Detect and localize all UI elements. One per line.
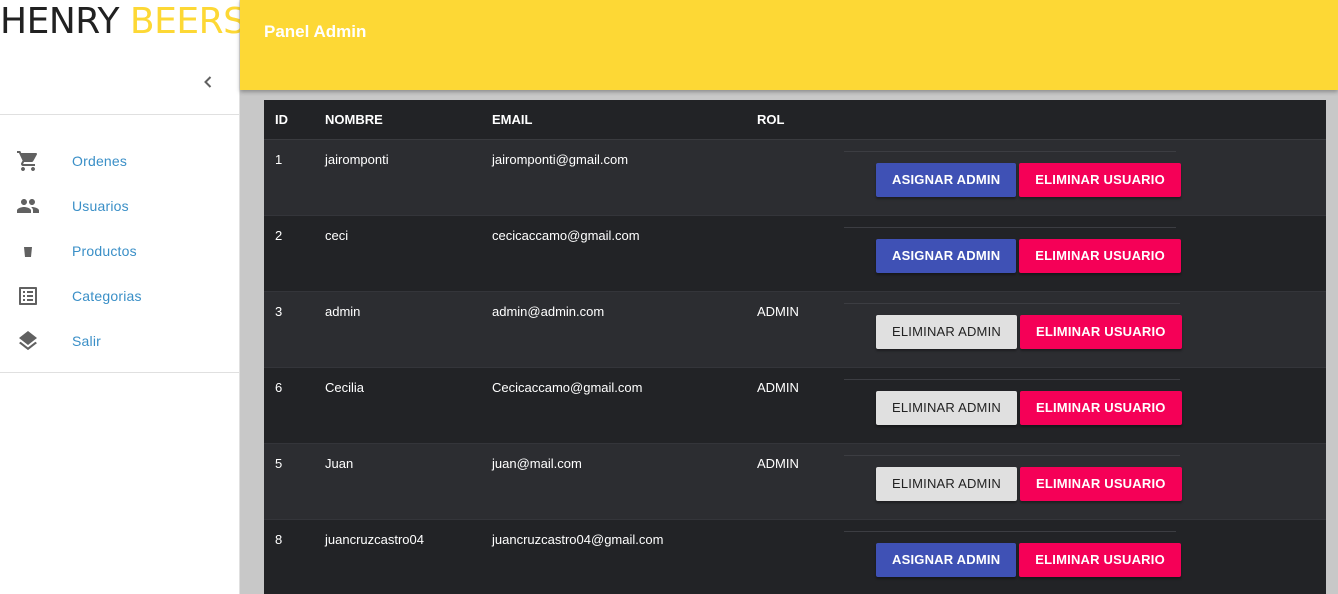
- cell-email: cecicaccamo@gmail.com: [492, 228, 640, 243]
- glass-icon: [0, 239, 72, 263]
- assign-admin-button[interactable]: ASIGNAR ADMIN: [876, 238, 1017, 273]
- table-body: 1 jairomponti jairomponti@gmail.com ASIGNAR…: [264, 140, 1326, 594]
- sidebar-item-label: Salir: [72, 332, 102, 349]
- page-title: Panel Admin: [264, 22, 367, 41]
- table-row: 3 admin admin@admin.com ADMIN ELIMINAR ADMIN…: [264, 292, 1326, 368]
- column-header-id: ID: [275, 112, 288, 127]
- cart-icon: [0, 149, 72, 173]
- cell-id: 5: [275, 456, 283, 471]
- cell-email: jairomponti@gmail.com: [492, 152, 629, 167]
- chevron-left-icon: [204, 76, 212, 88]
- column-header-email: EMAIL: [492, 112, 533, 127]
- cell-rol: ADMIN: [757, 304, 799, 319]
- brand-name-part1: HENRY: [0, 1, 119, 42]
- cell-email: juan@mail.com: [492, 456, 582, 471]
- cell-id: 8: [275, 532, 283, 547]
- row-actions: ELIMINAR ADMIN ELIMINAR USUARIO: [844, 455, 1182, 511]
- sidebar-item-label: Usuarios: [72, 197, 129, 214]
- sidebar-item-categorias[interactable]: Categorias: [0, 273, 240, 318]
- list-icon: [0, 284, 72, 308]
- collapse-sidebar-button[interactable]: [196, 70, 220, 94]
- remove-admin-button[interactable]: ELIMINAR ADMIN: [876, 390, 1017, 425]
- row-actions: ASIGNAR ADMIN ELIMINAR USUARIO: [844, 151, 1181, 207]
- table-row: 2 ceci cecicaccamo@gmail.com ASIGNAR ADMIN E…: [264, 216, 1326, 292]
- assign-admin-button[interactable]: ASIGNAR ADMIN: [876, 162, 1017, 197]
- assign-admin-button[interactable]: ASIGNAR ADMIN: [876, 542, 1017, 577]
- sidebar-item-label: Productos: [72, 242, 137, 259]
- cell-name: Cecilia: [325, 380, 365, 395]
- cell-email: juancruzcastro04@gmail.com: [492, 532, 664, 547]
- table-row: 1 jairomponti jairomponti@gmail.com ASIGNAR…: [264, 140, 1326, 216]
- cell-id: 2: [275, 228, 283, 243]
- sidebar-item-productos[interactable]: Productos: [0, 228, 240, 273]
- cell-name: Juan: [325, 456, 354, 471]
- sidebar-nav: Ordenes Usuarios Productos Categorias Sa…: [0, 138, 240, 363]
- sidebar-item-label: Categorias: [72, 287, 142, 304]
- layers-icon: [0, 329, 72, 353]
- brand-name-part2: BEERS: [129, 1, 246, 42]
- delete-user-button[interactable]: ELIMINAR USUARIO: [1019, 238, 1181, 273]
- cell-email: Cecicaccamo@gmail.com: [492, 380, 643, 395]
- row-actions: ELIMINAR ADMIN ELIMINAR USUARIO: [844, 379, 1182, 435]
- delete-user-button[interactable]: ELIMINAR USUARIO: [1019, 314, 1182, 349]
- sidebar-divider-top: [0, 114, 240, 115]
- delete-user-button[interactable]: ELIMINAR USUARIO: [1019, 390, 1182, 425]
- table-row: 8 juancruzcastro04 juancruzcastro04@gmail.…: [264, 520, 1326, 594]
- cell-email: admin@admin.com: [492, 304, 605, 319]
- row-actions: ASIGNAR ADMIN ELIMINAR USUARIO: [844, 531, 1181, 587]
- users-table: ID NOMBRE EMAIL ROL 1 jairomponti jairompo…: [264, 100, 1326, 594]
- cell-rol: ADMIN: [757, 456, 799, 471]
- sidebar-divider-bottom: [0, 372, 240, 373]
- sidebar-item-ordenes[interactable]: Ordenes: [0, 138, 240, 183]
- sidebar-item-label: Ordenes: [72, 152, 128, 169]
- table-row: 6 Cecilia Cecicaccamo@gmail.com ADMIN ELIMIN…: [264, 368, 1326, 444]
- cell-id: 3: [275, 304, 283, 319]
- cell-name: jairomponti: [325, 152, 389, 167]
- cell-id: 6: [275, 380, 283, 395]
- delete-user-button[interactable]: ELIMINAR USUARIO: [1019, 466, 1182, 501]
- cell-name: ceci: [325, 228, 349, 243]
- remove-admin-button[interactable]: ELIMINAR ADMIN: [876, 466, 1017, 501]
- sidebar-item-salir[interactable]: Salir: [0, 318, 240, 363]
- app-header: Panel Admin: [240, 0, 1338, 90]
- cell-id: 1: [275, 152, 283, 167]
- row-actions: ASIGNAR ADMIN ELIMINAR USUARIO: [844, 227, 1181, 283]
- cell-rol: ADMIN: [757, 380, 799, 395]
- column-header-name: NOMBRE: [325, 112, 383, 127]
- delete-user-button[interactable]: ELIMINAR USUARIO: [1019, 162, 1181, 197]
- column-header-rol: ROL: [757, 112, 785, 127]
- brand-logo: HENRY BEERS: [0, 1, 246, 42]
- delete-user-button[interactable]: ELIMINAR USUARIO: [1019, 542, 1181, 577]
- sidebar: HENRY BEERS Ordenes Usuarios Productos C…: [0, 0, 246, 594]
- sidebar-item-usuarios[interactable]: Usuarios: [0, 183, 240, 228]
- row-actions: ELIMINAR ADMIN ELIMINAR USUARIO: [844, 303, 1182, 359]
- remove-admin-button[interactable]: ELIMINAR ADMIN: [876, 314, 1017, 349]
- cell-name: admin: [325, 304, 361, 319]
- people-icon: [0, 194, 72, 218]
- table-row: 5 Juan juan@mail.com ADMIN ELIMINAR ADMIN ELI…: [264, 444, 1326, 520]
- table-header: ID NOMBRE EMAIL ROL: [264, 100, 1326, 140]
- cell-name: juancruzcastro04: [325, 532, 424, 547]
